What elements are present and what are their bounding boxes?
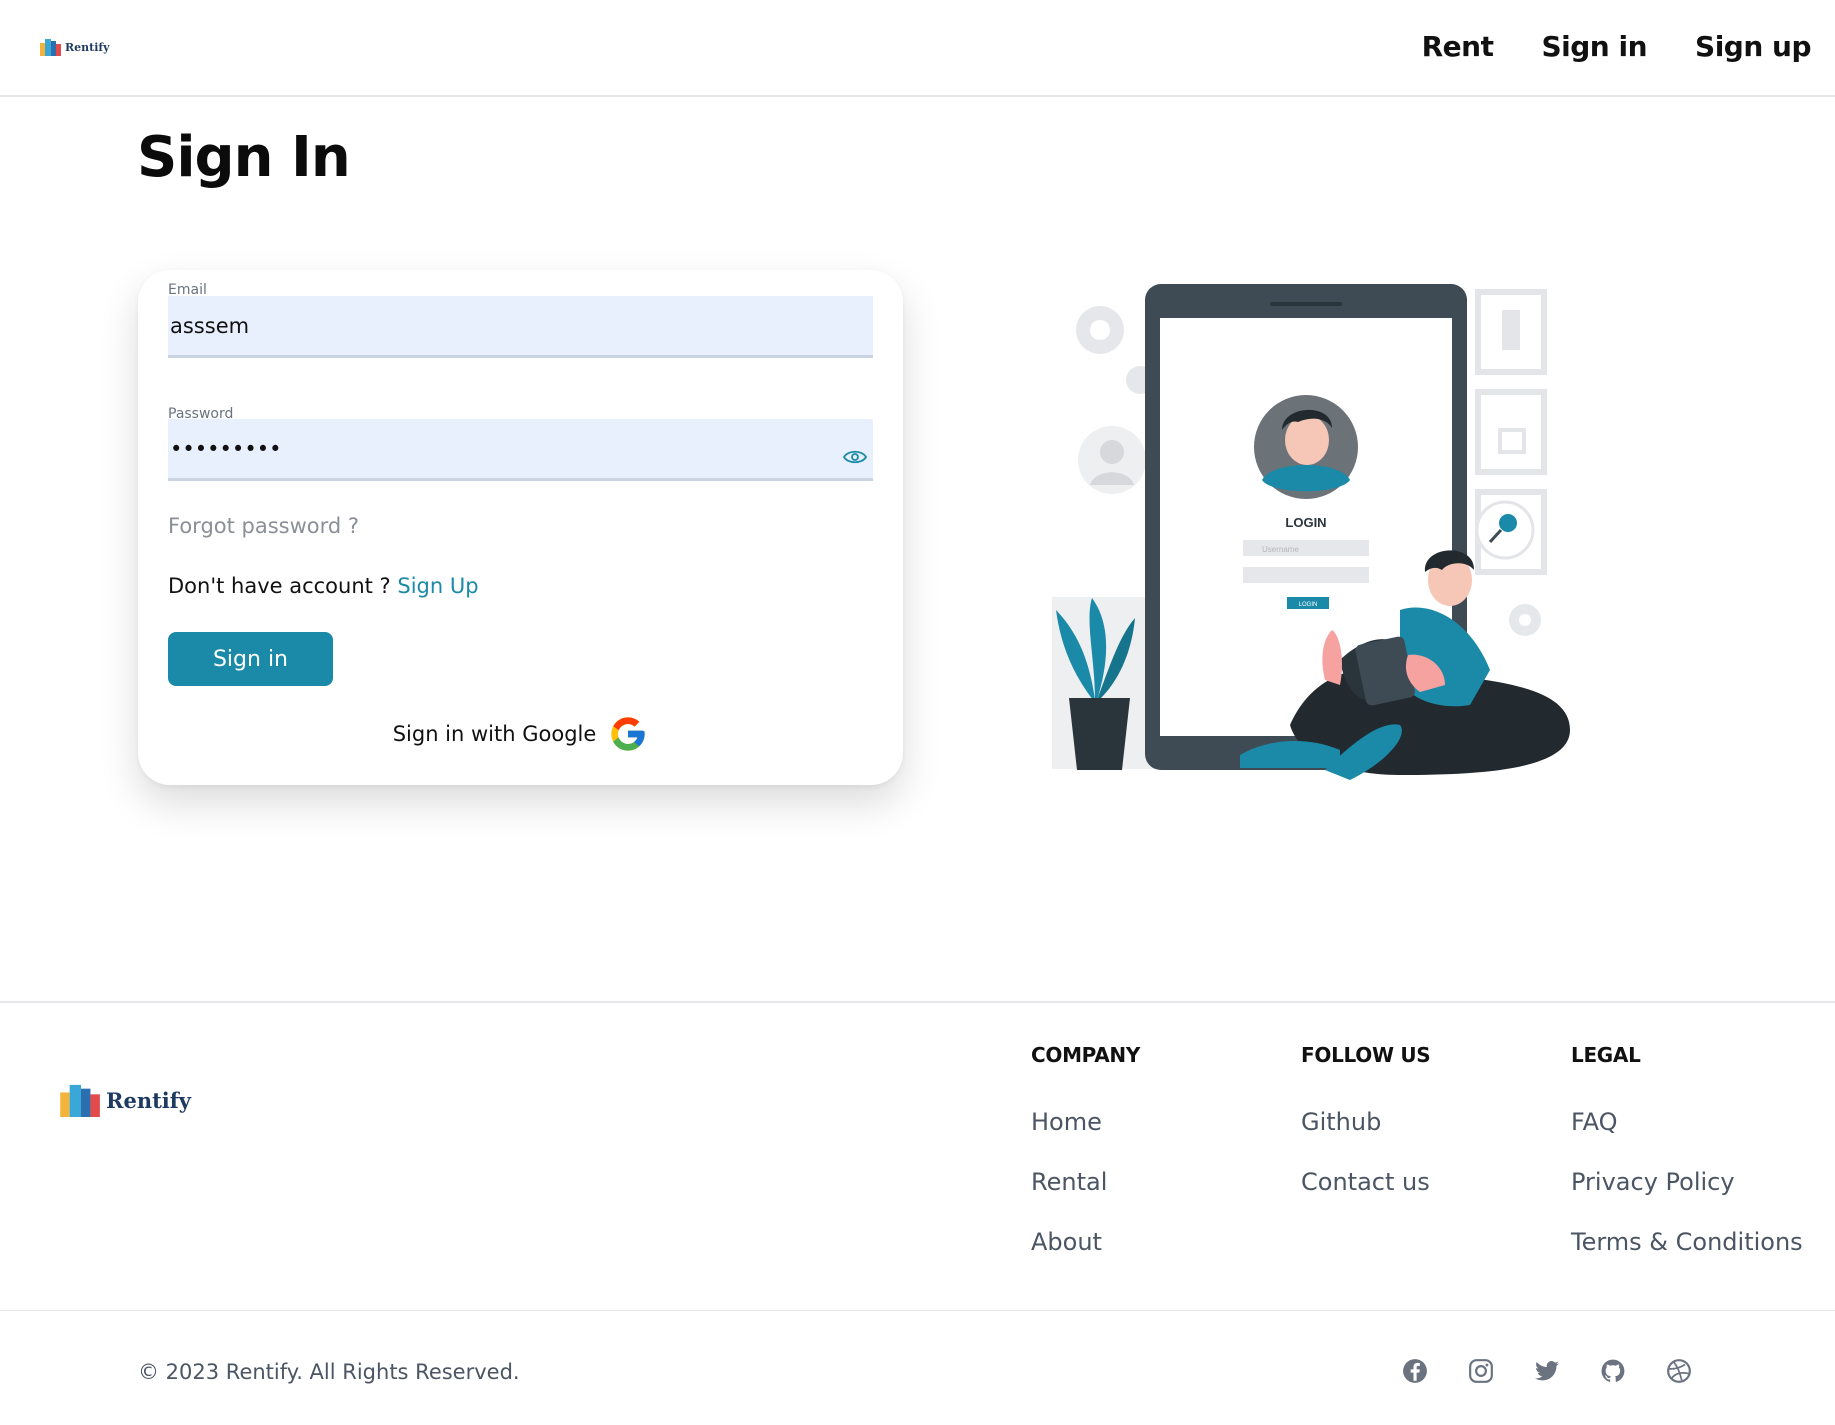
top-nav-bar: Rentify Rent Sign in Sign up — [0, 0, 1835, 97]
dribbble-icon[interactable] — [1666, 1358, 1692, 1384]
email-field-wrapper — [168, 296, 873, 358]
copyright-text: © 2023 Rentify. All Rights Reserved. — [138, 1360, 520, 1384]
header-logo[interactable]: Rentify — [40, 38, 110, 56]
password-field-wrapper — [168, 419, 873, 481]
no-account-row: Don't have account ? Sign Up — [168, 574, 479, 598]
nav-sign-in-link[interactable]: Sign in — [1542, 30, 1648, 63]
instagram-icon[interactable] — [1468, 1358, 1494, 1384]
footer-link-privacy-policy[interactable]: Privacy Policy — [1571, 1169, 1803, 1195]
logo-buildings-icon — [40, 39, 61, 56]
footer-link-contact-us[interactable]: Contact us — [1301, 1169, 1430, 1195]
footer-link-rental[interactable]: Rental — [1031, 1169, 1140, 1195]
footer-link-github[interactable]: Github — [1301, 1109, 1430, 1135]
footer-column-company: COMPANY Home Rental About — [1031, 1043, 1140, 1289]
footer-logo[interactable]: Rentify — [60, 1083, 191, 1117]
footer-link-terms[interactable]: Terms & Conditions — [1571, 1229, 1803, 1255]
illustration-username-placeholder: Username — [1262, 545, 1299, 554]
footer-divider — [0, 1001, 1835, 1003]
footer-logo-buildings-icon — [60, 1084, 100, 1117]
page-title: Sign In — [137, 125, 351, 190]
google-sign-in-button[interactable]: Sign in with Google — [138, 714, 903, 754]
footer-column-title: LEGAL — [1571, 1043, 1641, 1067]
header-logo-text: Rentify — [65, 40, 110, 54]
google-g-icon — [611, 717, 645, 751]
no-account-text: Don't have account ? — [168, 574, 391, 598]
twitter-icon[interactable] — [1534, 1358, 1560, 1384]
footer-link-about[interactable]: About — [1031, 1229, 1140, 1255]
footer-link-faq[interactable]: FAQ — [1571, 1109, 1803, 1135]
footer-link-home[interactable]: Home — [1031, 1109, 1140, 1135]
social-links — [1402, 1358, 1692, 1384]
sign-in-card: Email Password Forgot password ? Don't h… — [138, 270, 903, 785]
login-illustration: LOGIN Username LOGIN — [1052, 284, 1570, 780]
sign-in-button[interactable]: Sign in — [168, 632, 333, 686]
password-input[interactable] — [168, 419, 873, 478]
email-input[interactable] — [168, 296, 873, 355]
footer-column-title: COMPANY — [1031, 1043, 1141, 1067]
footer-column-legal: LEGAL FAQ Privacy Policy Terms & Conditi… — [1571, 1043, 1803, 1289]
illustration-login-title: LOGIN — [1285, 515, 1326, 530]
illustration-login-button: LOGIN — [1299, 602, 1318, 608]
sign-up-link[interactable]: Sign Up — [397, 574, 478, 598]
forgot-password-link[interactable]: Forgot password ? — [168, 514, 359, 538]
footer-column-title: FOLLOW US — [1301, 1043, 1431, 1067]
footer-logo-text: Rentify — [106, 1087, 191, 1113]
footer-bottom-divider — [0, 1310, 1835, 1311]
show-password-eye-icon[interactable] — [843, 449, 867, 465]
nav-rent-link[interactable]: Rent — [1422, 30, 1494, 63]
footer-column-follow-us: FOLLOW US Github Contact us — [1301, 1043, 1431, 1229]
nav-sign-up-link[interactable]: Sign up — [1695, 30, 1811, 63]
main-nav: Rent Sign in Sign up — [1422, 30, 1812, 63]
github-icon[interactable] — [1600, 1358, 1626, 1384]
facebook-icon[interactable] — [1402, 1358, 1428, 1384]
google-sign-in-label: Sign in with Google — [392, 722, 597, 746]
